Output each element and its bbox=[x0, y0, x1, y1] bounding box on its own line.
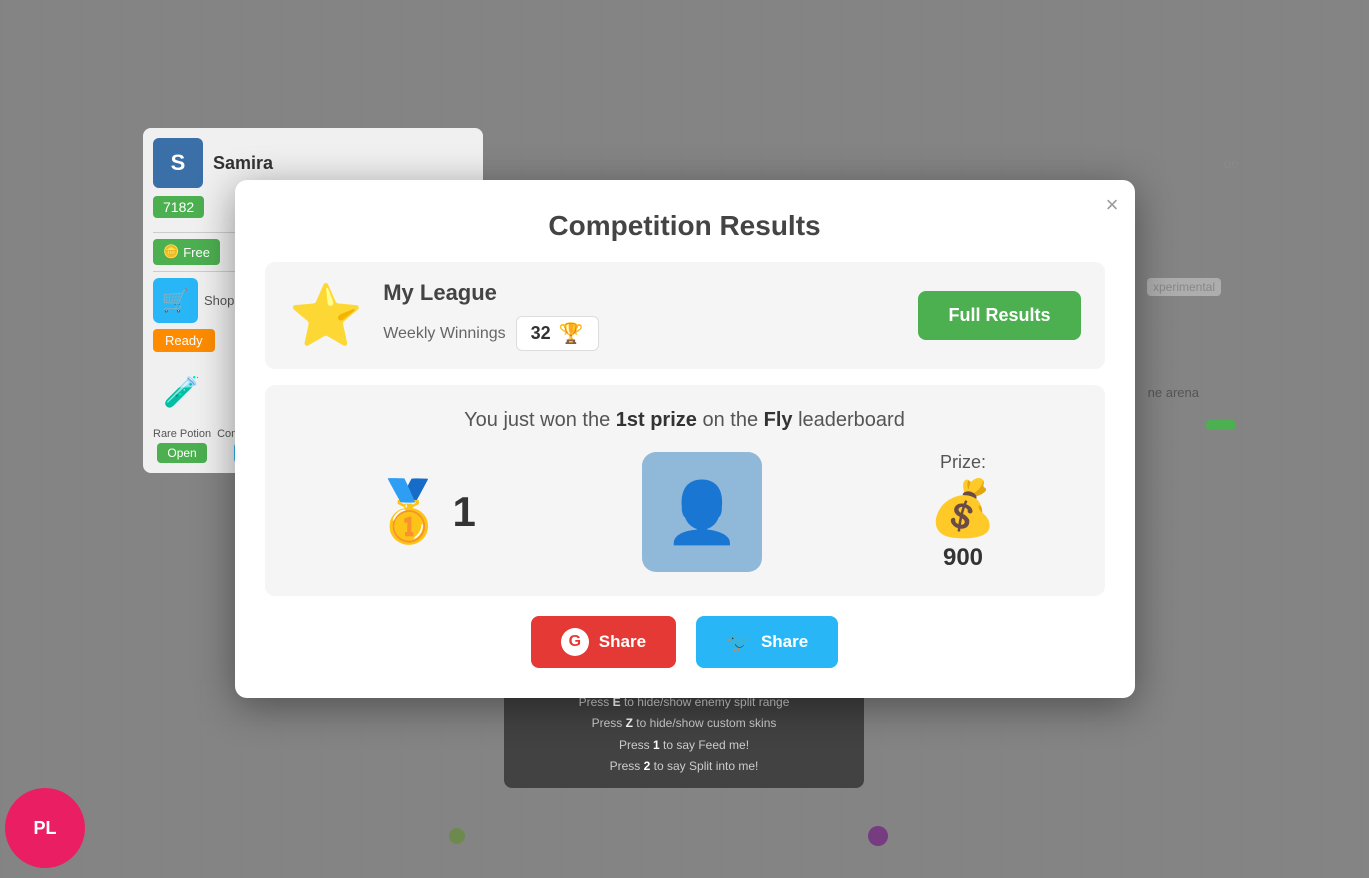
weekly-label: Weekly Winnings bbox=[383, 325, 505, 343]
coins-icon: 💰 bbox=[929, 481, 997, 536]
prize-section: You just won the 1st prize on the Fly le… bbox=[265, 385, 1105, 596]
share-google-button[interactable]: G Share bbox=[531, 616, 676, 668]
share-twitter-button[interactable]: 🐦 Share bbox=[696, 616, 838, 668]
prize-text: You just won the 1st prize on the Fly le… bbox=[289, 409, 1081, 432]
share-twitter-label: Share bbox=[761, 632, 808, 652]
share-google-label: Share bbox=[599, 632, 646, 652]
prize-label: Prize: bbox=[940, 452, 986, 473]
modal-title: Competition Results bbox=[265, 210, 1105, 242]
google-g-icon: G bbox=[561, 628, 589, 656]
twitter-bird-icon: 🐦 bbox=[726, 630, 751, 655]
trophy-icon: 🏆 bbox=[559, 321, 584, 346]
league-title: My League bbox=[383, 280, 898, 306]
modal-backdrop: × Competition Results ⭐ My League Weekly… bbox=[0, 0, 1369, 878]
leaderboard-name: Fly bbox=[764, 409, 793, 431]
player-avatar-large: 👤 bbox=[642, 452, 762, 572]
rank-badge: 🥇 1 bbox=[372, 482, 476, 542]
prize-content: 🥇 1 👤 Prize: 💰 900 bbox=[289, 452, 1081, 572]
prize-amount: 900 bbox=[943, 544, 983, 572]
rank-number: 1 bbox=[452, 488, 475, 536]
share-row: G Share 🐦 Share bbox=[265, 616, 1105, 668]
avatar-person-icon: 👤 bbox=[665, 477, 740, 548]
medal-icon: 🥇 bbox=[372, 482, 447, 542]
prize-info: Prize: 💰 900 bbox=[929, 452, 997, 572]
competition-results-modal: × Competition Results ⭐ My League Weekly… bbox=[235, 180, 1135, 698]
league-info: My League Weekly Winnings 32 🏆 bbox=[383, 280, 898, 351]
weekly-row: Weekly Winnings 32 🏆 bbox=[383, 316, 898, 351]
weekly-count-box: 32 🏆 bbox=[516, 316, 599, 351]
full-results-button[interactable]: Full Results bbox=[918, 291, 1080, 340]
modal-close-button[interactable]: × bbox=[1106, 192, 1119, 218]
prize-rank-text: 1st prize bbox=[616, 409, 697, 431]
weekly-count: 32 bbox=[531, 323, 551, 344]
league-section: ⭐ My League Weekly Winnings 32 🏆 Full Re… bbox=[265, 262, 1105, 369]
star-icon: ⭐ bbox=[289, 286, 364, 346]
